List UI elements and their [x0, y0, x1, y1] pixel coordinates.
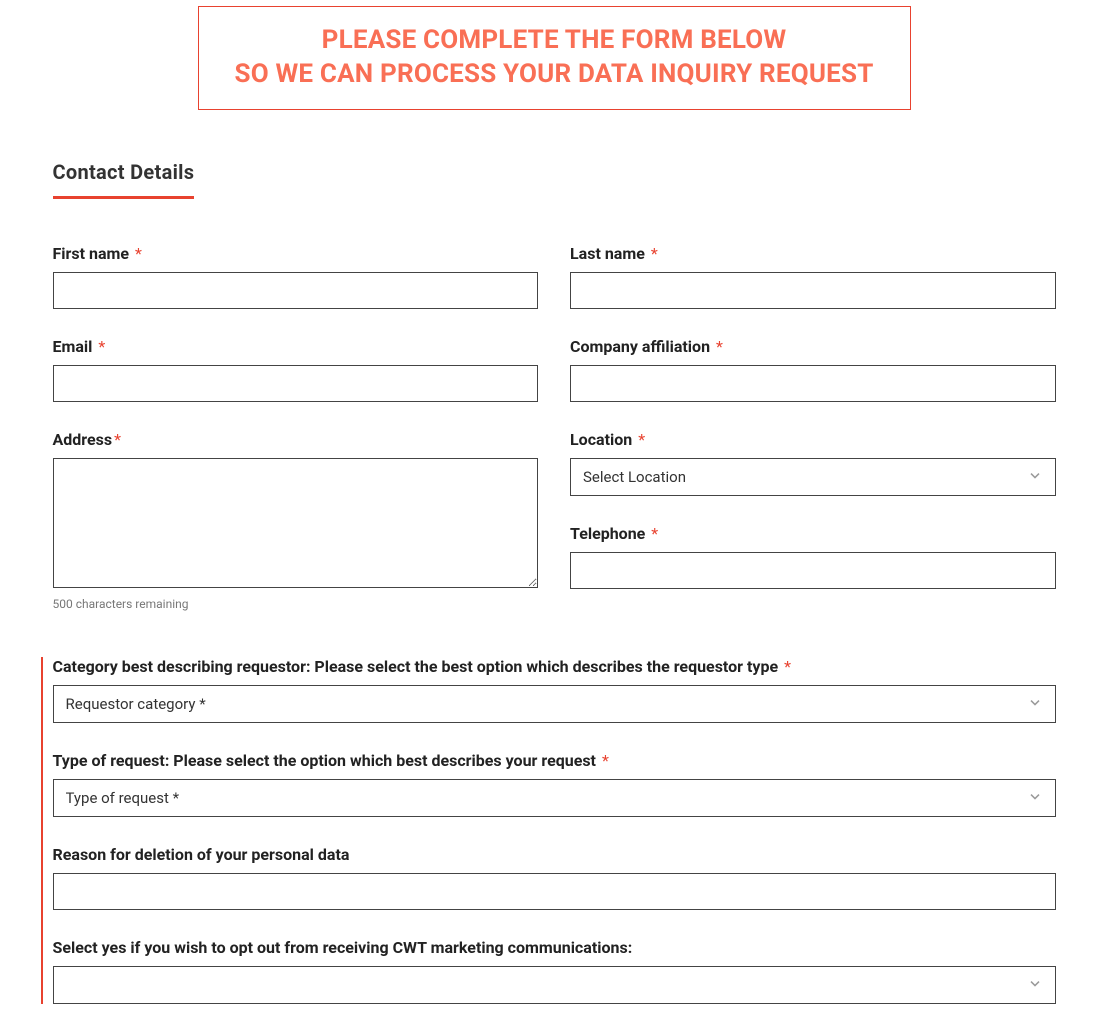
required-mark: * — [651, 244, 658, 263]
required-mark: * — [651, 524, 658, 543]
first-name-label-text: First name — [53, 244, 130, 263]
address-hint: 500 characters remaining — [53, 597, 539, 611]
telephone-field[interactable] — [570, 552, 1056, 589]
location-select[interactable]: Select Location — [570, 458, 1056, 496]
request-type-label-text: Type of request: Please select the optio… — [53, 751, 596, 770]
email-label: Email * — [53, 337, 539, 356]
required-mark: * — [784, 657, 791, 676]
opt-out-select[interactable] — [53, 966, 1056, 1004]
company-label: Company affiliation * — [570, 337, 1056, 356]
category-label: Category best describing requestor: Plea… — [53, 657, 1056, 676]
opt-out-label: Select yes if you wish to opt out from r… — [53, 938, 1056, 957]
location-label-text: Location — [570, 430, 632, 449]
email-field[interactable] — [53, 365, 539, 402]
telephone-label-text: Telephone — [570, 524, 645, 543]
deletion-reason-field[interactable] — [53, 873, 1056, 910]
telephone-label: Telephone * — [570, 524, 1056, 543]
category-label-text: Category best describing requestor: Plea… — [53, 657, 779, 676]
section-title: Contact Details — [53, 160, 195, 199]
company-field[interactable] — [570, 365, 1056, 402]
required-mark: * — [114, 430, 121, 449]
header-line1: PLEASE COMPLETE THE FORM BELOW — [322, 25, 787, 55]
company-label-text: Company affiliation — [570, 337, 710, 356]
first-name-field[interactable] — [53, 272, 539, 309]
required-mark: * — [602, 751, 609, 770]
address-label-text: Address — [53, 430, 113, 449]
request-type-label: Type of request: Please select the optio… — [53, 751, 1056, 770]
email-label-text: Email — [53, 337, 93, 356]
last-name-label-text: Last name — [570, 244, 645, 263]
required-mark: * — [716, 337, 723, 356]
required-mark: * — [135, 244, 142, 263]
last-name-label: Last name * — [570, 244, 1056, 263]
required-mark: * — [638, 430, 645, 449]
location-label: Location * — [570, 430, 1056, 449]
required-mark: * — [98, 337, 105, 356]
header-line2: SO WE CAN PROCESS YOUR DATA INQUIRY REQU… — [234, 59, 873, 89]
form-header: PLEASE COMPLETE THE FORM BELOW SO WE CAN… — [198, 6, 911, 110]
address-label: Address* — [53, 430, 539, 449]
deletion-reason-label: Reason for deletion of your personal dat… — [53, 845, 1056, 864]
address-field[interactable] — [53, 458, 539, 588]
request-type-select[interactable]: Type of request * — [53, 779, 1056, 817]
last-name-field[interactable] — [570, 272, 1056, 309]
category-select[interactable]: Requestor category * — [53, 685, 1056, 723]
first-name-label: First name * — [53, 244, 539, 263]
